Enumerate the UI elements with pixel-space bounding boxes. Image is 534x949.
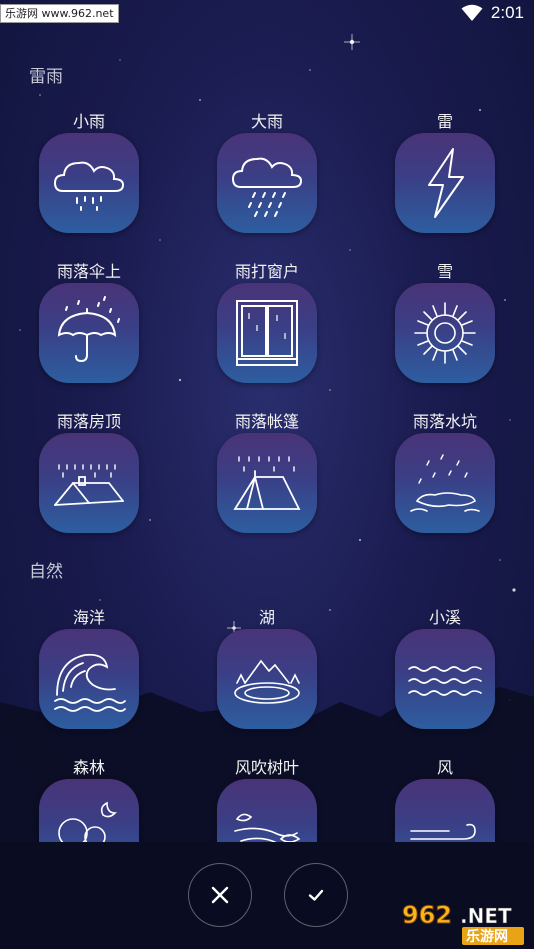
snow-button[interactable] (395, 283, 495, 383)
window-icon (236, 300, 298, 366)
wind-icon (410, 823, 476, 840)
tile-label: 雪 (436, 262, 453, 281)
tile-label: 雨打窗户 (234, 262, 299, 281)
svg-text:.NET: .NET (460, 904, 512, 928)
lightning-bolt-icon (428, 148, 464, 218)
confirm-button[interactable] (284, 863, 348, 927)
section-title-thunderstorm: 雷雨 (29, 67, 63, 87)
umbrella-rain-icon (57, 296, 120, 363)
tile-label: 雨落水坑 (412, 412, 477, 431)
check-icon (308, 889, 324, 901)
tile-label: 海洋 (72, 608, 105, 627)
wind-button[interactable] (395, 779, 495, 842)
tile-label: 小溪 (428, 608, 461, 627)
tile-label: 风 (436, 758, 453, 777)
rain-puddle-button[interactable] (395, 433, 495, 533)
ocean-wave-icon (54, 653, 126, 712)
creek-button[interactable] (395, 629, 495, 729)
tile-label: 森林 (72, 758, 105, 777)
section-title-nature: 自然 (29, 562, 63, 582)
wind-leaves-button[interactable] (217, 779, 317, 842)
house-roof-rain-icon (54, 464, 124, 506)
tile-label: 雨落帐篷 (234, 412, 299, 431)
snowflake-icon (414, 302, 476, 364)
tent-rain-icon (233, 456, 301, 510)
rain-on-umbrella-button[interactable] (39, 283, 139, 383)
tile-label: 风吹树叶 (234, 758, 299, 777)
heavy-rain-button[interactable] (217, 133, 317, 233)
tile-label: 雨落房顶 (56, 412, 121, 431)
wind-leaves-icon (234, 813, 301, 842)
tile-label: 小雨 (72, 112, 105, 131)
puddle-rain-icon (410, 454, 480, 512)
light-rain-button[interactable] (39, 133, 139, 233)
forest-button[interactable] (39, 779, 139, 842)
rain-on-window-button[interactable] (217, 283, 317, 383)
thunder-button[interactable] (395, 133, 495, 233)
forest-trees-icon (58, 801, 117, 842)
site-watermark-logo: 962 .NET 乐游网 (402, 901, 524, 945)
tile-label: 雨落伞上 (56, 262, 121, 281)
tile-label: 雷 (436, 112, 453, 131)
tile-label: 大雨 (250, 112, 283, 131)
lake-mountain-icon (234, 659, 300, 704)
svg-text:乐游网: 乐游网 (466, 928, 508, 945)
svg-text:962: 962 (402, 901, 452, 929)
cancel-button[interactable] (188, 863, 252, 927)
creek-waves-icon (408, 666, 482, 696)
close-icon (211, 886, 229, 904)
tile-label: 湖 (258, 608, 275, 627)
cloud-light-rain-icon (53, 161, 125, 211)
rain-on-tent-button[interactable] (217, 433, 317, 533)
cloud-heavy-rain-icon (231, 157, 303, 217)
ocean-button[interactable] (39, 629, 139, 729)
sound-list[interactable]: 雷雨 小雨 大雨 雷 雨落伞上 雨打窗户 雪 雨落房顶 雨落帐篷 雨落水坑 自然… (0, 0, 534, 842)
rain-on-roof-button[interactable] (39, 433, 139, 533)
lake-button[interactable] (217, 629, 317, 729)
